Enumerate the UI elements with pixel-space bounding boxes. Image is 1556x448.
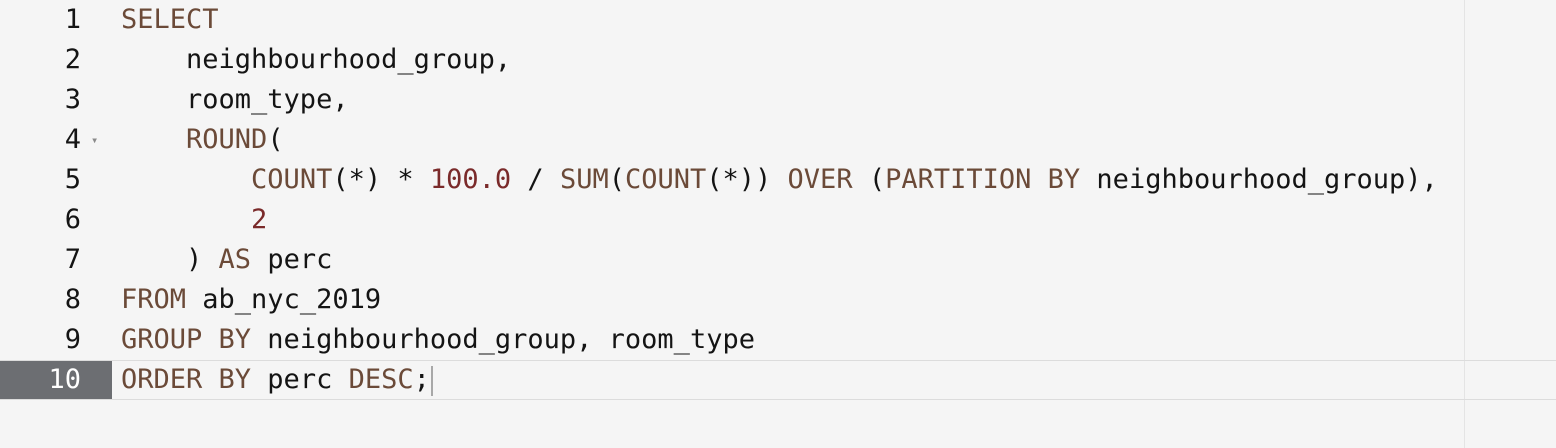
keyword-token: DESC <box>348 364 414 395</box>
identifier-token <box>121 164 251 195</box>
line-number: 2 <box>64 44 81 75</box>
code-line[interactable]: 10 ORDER BY perc DESC; <box>0 360 1556 400</box>
line-number: 5 <box>64 164 81 195</box>
number-token: 100.0 <box>429 164 512 195</box>
identifier-token: room_type, <box>121 84 349 115</box>
gutter-cell[interactable]: 6 <box>0 200 112 240</box>
keyword-token: ORDER BY <box>121 364 252 395</box>
code-line[interactable]: 7 ) AS perc <box>0 240 1556 280</box>
number-token: 2 <box>251 204 268 235</box>
gutter-cell[interactable]: 1 <box>0 0 112 40</box>
code-text[interactable]: neighbourhood_group, <box>121 40 511 80</box>
keyword-token: AS <box>218 244 252 275</box>
punctuation-token: ) <box>121 244 219 275</box>
line-number: 6 <box>64 204 81 235</box>
keyword-token: SELECT <box>121 4 219 35</box>
keyword-token: ROUND <box>186 124 268 155</box>
code-text[interactable]: COUNT(*) * 100.0 / SUM(COUNT(*)) OVER (P… <box>121 160 1438 200</box>
keyword-token: COUNT <box>624 164 707 195</box>
punctuation-token: / <box>511 164 560 195</box>
punctuation-token: ; <box>413 364 430 395</box>
code-line[interactable]: 8 FROM ab_nyc_2019 <box>0 280 1556 320</box>
code-line[interactable]: 2 neighbourhood_group, <box>0 40 1556 80</box>
code-text[interactable]: SELECT <box>121 0 219 40</box>
line-number: 10 <box>48 364 81 395</box>
identifier-token <box>121 124 186 155</box>
identifier-token <box>121 204 251 235</box>
line-number: 8 <box>64 284 81 315</box>
code-line[interactable]: 4 ▾ ROUND( <box>0 120 1556 160</box>
identifier-token: neighbourhood_group <box>1080 164 1406 195</box>
code-text[interactable]: ) AS perc <box>121 240 332 280</box>
code-line[interactable]: 5 COUNT(*) * 100.0 / SUM(COUNT(*)) OVER … <box>0 160 1556 200</box>
keyword-token: GROUP BY <box>121 324 252 355</box>
gutter-cell[interactable]: 10 <box>0 361 112 399</box>
keyword-token: COUNT <box>251 164 333 195</box>
code-line[interactable]: 1 SELECT <box>0 0 1556 40</box>
gutter-cell[interactable]: 7 <box>0 240 112 280</box>
identifier-token: neighbourhood_group, room_type <box>251 324 755 355</box>
code-line[interactable]: 3 room_type, <box>0 80 1556 120</box>
sql-code-editor[interactable]: 1 SELECT 2 neighbourhood_group, 3 room_type… <box>0 0 1556 448</box>
identifier-token: perc <box>251 364 349 395</box>
punctuation-token: ( <box>608 164 625 195</box>
code-text[interactable]: 2 <box>121 200 267 240</box>
code-text[interactable]: room_type, <box>121 80 349 120</box>
code-line[interactable]: 6 2 <box>0 200 1556 240</box>
identifier-token: perc <box>251 244 333 275</box>
line-number: 4 <box>64 124 81 155</box>
punctuation-token: ( <box>267 124 284 155</box>
gutter-cell[interactable]: 4 ▾ <box>0 120 112 160</box>
code-text[interactable]: ORDER BY perc DESC; <box>121 361 433 399</box>
code-text[interactable]: GROUP BY neighbourhood_group, room_type <box>121 320 755 360</box>
keyword-token: PARTITION BY <box>885 164 1081 195</box>
gutter-cell[interactable]: 2 <box>0 40 112 80</box>
punctuation-token: ), <box>1405 164 1438 195</box>
gutter-cell[interactable]: 9 <box>0 320 112 360</box>
punctuation-token: (*) * <box>332 164 430 195</box>
gutter-cell[interactable]: 8 <box>0 280 112 320</box>
code-text[interactable]: ROUND( <box>121 120 284 160</box>
line-number: 9 <box>64 324 81 355</box>
line-number: 3 <box>64 84 81 115</box>
identifier-token: ab_nyc_2019 <box>186 284 382 315</box>
punctuation-token: ( <box>852 164 886 195</box>
gutter-cell[interactable]: 5 <box>0 160 112 200</box>
code-line[interactable]: 9 GROUP BY neighbourhood_group, room_type <box>0 320 1556 360</box>
fold-toggle-icon[interactable]: ▾ <box>91 120 98 160</box>
keyword-token: SUM <box>559 164 609 195</box>
code-lines[interactable]: 1 SELECT 2 neighbourhood_group, 3 room_type… <box>0 0 1556 400</box>
keyword-token: FROM <box>121 284 187 315</box>
gutter-cell[interactable]: 3 <box>0 80 112 120</box>
line-number: 7 <box>64 244 81 275</box>
line-number: 1 <box>64 4 81 35</box>
text-cursor <box>430 365 433 396</box>
punctuation-token: (*)) <box>706 164 788 195</box>
keyword-token: OVER <box>787 164 853 195</box>
identifier-token: neighbourhood_group, <box>121 44 512 75</box>
code-text[interactable]: FROM ab_nyc_2019 <box>121 280 381 320</box>
